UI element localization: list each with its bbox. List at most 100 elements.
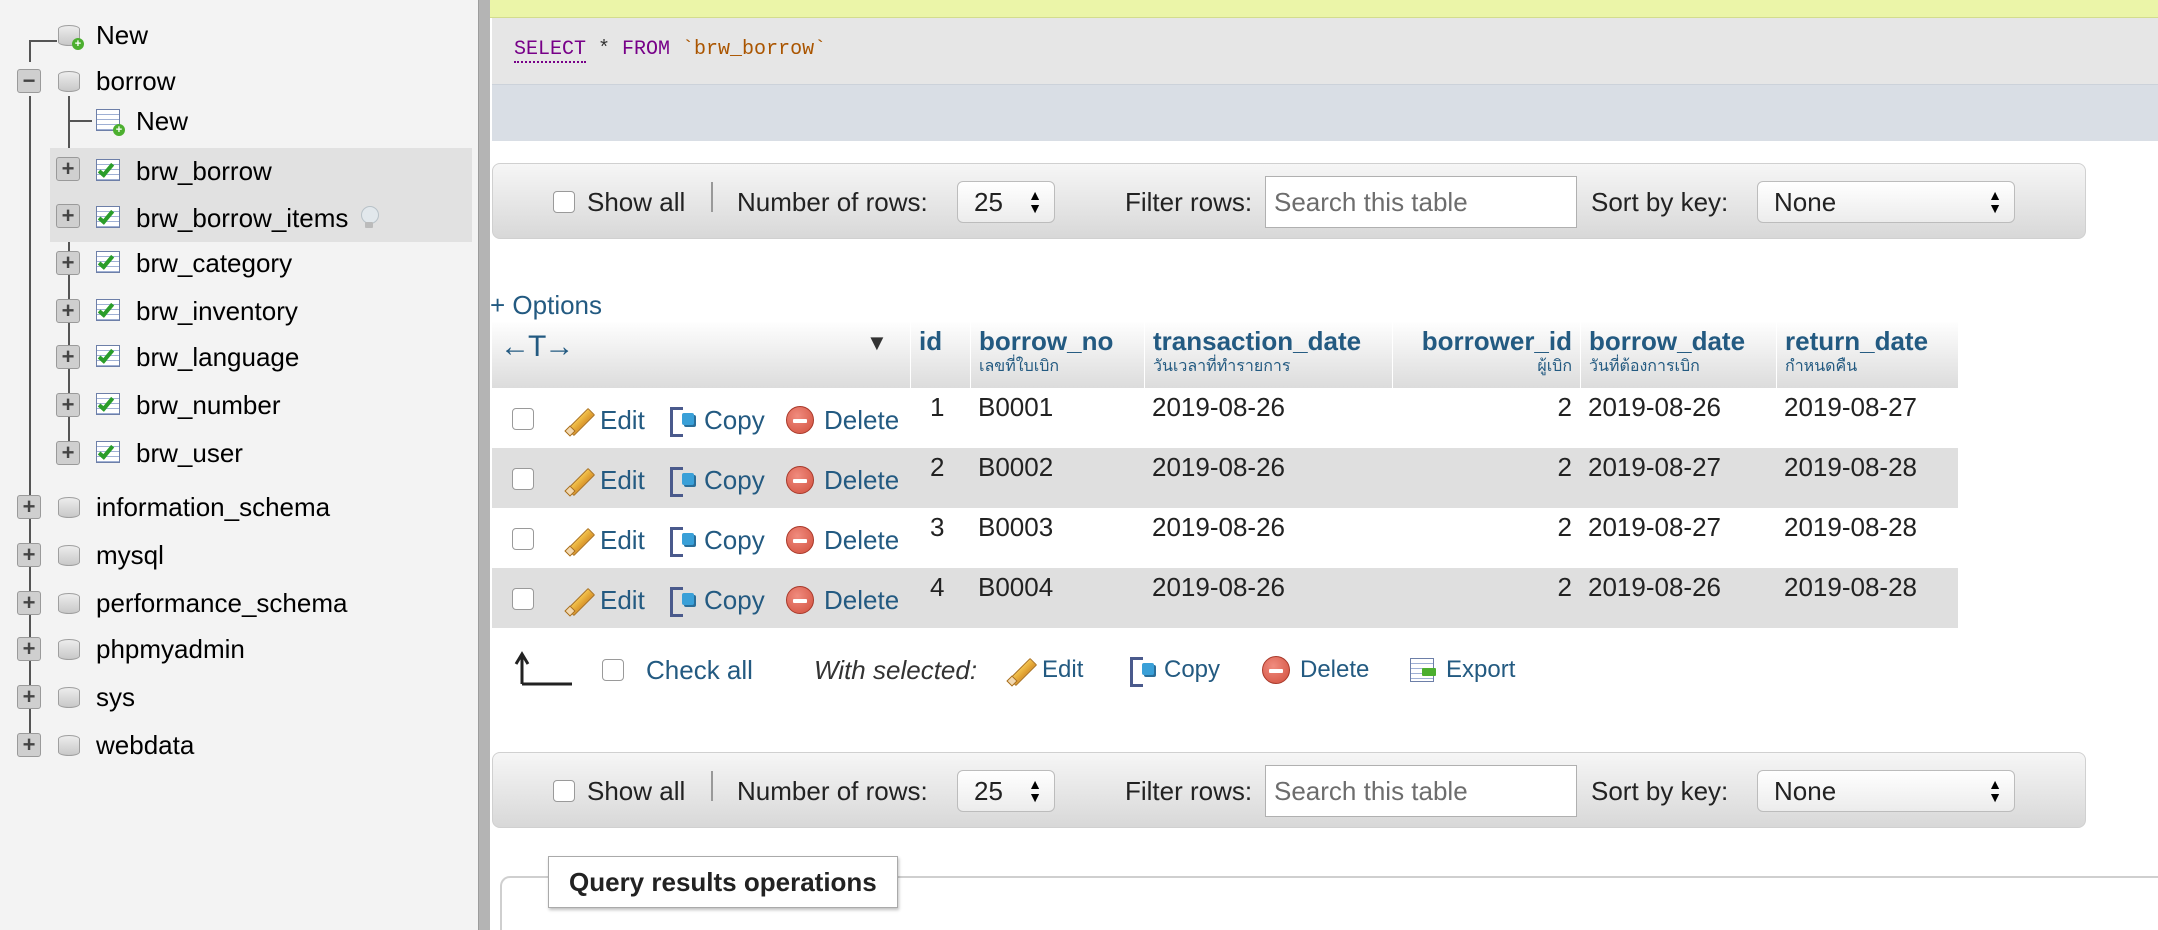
row-checkbox[interactable] [512,528,534,550]
tree-new-table[interactable]: + New [96,100,188,142]
cell-return-date[interactable]: 2019-08-28 [1784,448,1917,508]
column-header-id[interactable]: id [910,322,970,388]
column-header-borrow-date[interactable]: borrow_date วันที่ต้องการเบิก [1580,322,1776,388]
edit-row-button[interactable]: Edit [564,448,645,508]
cell-transaction-date[interactable]: 2019-08-26 [1152,508,1285,568]
expand-table-button[interactable]: + [56,157,80,181]
cell-id[interactable]: 2 [930,448,944,508]
expand-table-button[interactable]: + [56,204,80,228]
tree-table-brw-language[interactable]: brw_language [96,336,299,378]
expand-database-button[interactable]: + [17,733,41,757]
cell-borrower-id[interactable]: 2 [1392,448,1572,508]
copy-row-button[interactable]: Copy [668,448,765,508]
show-all-control[interactable]: Show all [553,164,685,240]
check-all-checkbox[interactable] [602,659,624,681]
copy-row-button[interactable]: Copy [668,508,765,568]
column-arrows-toggle[interactable]: ←T→ [500,330,574,364]
rows-select[interactable]: 25 ▲ ▼ [957,181,1055,223]
sql-keyword-select[interactable]: SELECT [514,38,587,63]
show-all-checkbox[interactable] [553,780,575,802]
expand-database-button[interactable]: + [17,685,41,709]
cell-borrow-no[interactable]: B0002 [978,448,1053,508]
expand-database-button[interactable]: + [17,591,41,615]
rows-select[interactable]: 25 ▲ ▼ [957,770,1055,812]
delete-row-button[interactable]: Delete [786,568,899,628]
cell-return-date[interactable]: 2019-08-28 [1784,508,1917,568]
row-checkbox[interactable] [512,408,534,430]
check-all-control[interactable]: Check all [602,640,753,700]
collapse-borrow-button[interactable]: − [17,69,41,93]
filter-rows-input[interactable]: Search this table [1265,765,1577,817]
copy-row-button[interactable]: Copy [668,568,765,628]
cell-id[interactable]: 3 [930,508,944,568]
sidebar-resize-handle[interactable] [478,0,490,930]
edit-row-button[interactable]: Edit [564,568,645,628]
column-header-transaction-date[interactable]: transaction_date วันเวลาที่ทำรายการ [1144,322,1392,388]
cell-return-date[interactable]: 2019-08-28 [1784,568,1917,628]
export-icon [1408,656,1438,684]
expand-database-button[interactable]: + [17,637,41,661]
column-header-borrow-no[interactable]: borrow_no เลขที่ใบเบิก [970,322,1144,388]
bulk-edit-button[interactable]: Edit [1006,640,1083,700]
tree-database-webdata[interactable]: webdata [58,724,194,766]
edit-row-button[interactable]: Edit [564,508,645,568]
edit-row-button[interactable]: Edit [564,388,645,448]
filter-rows-input[interactable]: Search this table [1265,176,1577,228]
show-all-checkbox[interactable] [553,191,575,213]
expand-database-button[interactable]: + [17,543,41,567]
row-checkbox[interactable] [512,588,534,610]
delete-row-button[interactable]: Delete [786,448,899,508]
tree-new-database[interactable]: + New [58,14,148,56]
cell-transaction-date[interactable]: 2019-08-26 [1152,448,1285,508]
cell-borrower-id[interactable]: 2 [1392,388,1572,448]
cell-borrower-id[interactable]: 2 [1392,568,1572,628]
lightbulb-icon[interactable] [360,206,380,230]
cell-borrow-date[interactable]: 2019-08-27 [1588,448,1721,508]
cell-borrow-no[interactable]: B0004 [978,568,1053,628]
delete-row-button[interactable]: Delete [786,388,899,448]
tree-database-mysql[interactable]: mysql [58,534,164,576]
tree-database-borrow[interactable]: borrow [58,60,175,102]
cell-borrow-no[interactable]: B0003 [978,508,1053,568]
tree-line [68,120,92,122]
expand-table-button[interactable]: + [56,299,80,323]
expand-table-button[interactable]: + [56,393,80,417]
column-header-borrower-id[interactable]: borrower_id ผู้เบิก [1392,322,1580,388]
bulk-copy-button[interactable]: Copy [1128,640,1220,700]
show-all-control[interactable]: Show all [553,753,685,829]
tree-table-brw-borrow[interactable]: brw_borrow [50,148,472,194]
expand-table-button[interactable]: + [56,251,80,275]
tree-table-brw-borrow-items[interactable]: brw_borrow_items [50,194,472,242]
cell-borrow-date[interactable]: 2019-08-26 [1588,568,1721,628]
bulk-delete-button[interactable]: Delete [1262,640,1369,700]
delete-row-button[interactable]: Delete [786,508,899,568]
tree-table-brw-category[interactable]: brw_category [96,242,292,284]
tree-table-brw-user[interactable]: brw_user [96,432,243,474]
tree-table-brw-inventory[interactable]: brw_inventory [96,290,298,332]
column-dropdown-icon[interactable]: ▼ [866,330,888,356]
cell-borrow-date[interactable]: 2019-08-27 [1588,508,1721,568]
cell-return-date[interactable]: 2019-08-27 [1784,388,1917,448]
sort-by-key-select[interactable]: None ▲ ▼ [1757,181,2015,223]
cell-borrow-date[interactable]: 2019-08-26 [1588,388,1721,448]
sort-by-key-select[interactable]: None ▲ ▼ [1757,770,2015,812]
expand-database-button[interactable]: + [17,495,41,519]
column-header-return-date[interactable]: return_date กำหนดคืน [1776,322,1958,388]
options-link[interactable]: + Options [490,290,602,321]
cell-borrower-id[interactable]: 2 [1392,508,1572,568]
tree-database-information-schema[interactable]: information_schema [58,486,330,528]
tree-database-sys[interactable]: sys [58,676,135,718]
cell-transaction-date[interactable]: 2019-08-26 [1152,388,1285,448]
expand-table-button[interactable]: + [56,441,80,465]
cell-borrow-no[interactable]: B0001 [978,388,1053,448]
tree-table-brw-number[interactable]: brw_number [96,384,281,426]
row-checkbox[interactable] [512,468,534,490]
cell-transaction-date[interactable]: 2019-08-26 [1152,568,1285,628]
copy-row-button[interactable]: Copy [668,388,765,448]
bulk-export-button[interactable]: Export [1408,640,1515,700]
expand-table-button[interactable]: + [56,345,80,369]
cell-id[interactable]: 4 [930,568,944,628]
tree-database-phpmyadmin[interactable]: phpmyadmin [58,628,245,670]
tree-database-performance-schema[interactable]: performance_schema [58,582,347,624]
cell-id[interactable]: 1 [930,388,944,448]
